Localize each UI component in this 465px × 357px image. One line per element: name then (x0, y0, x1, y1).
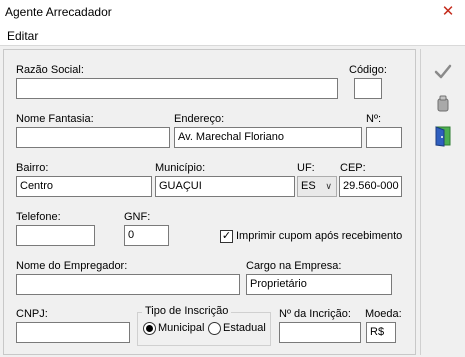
razao-social-label: Razão Social: (16, 64, 84, 76)
cnpj-input[interactable] (16, 322, 130, 343)
radio-selected-dot (146, 325, 153, 332)
nome-empregador-label: Nome do Empregador: (16, 260, 128, 272)
radio-municipal-label: Municipal (158, 322, 205, 334)
endereco-input[interactable]: Av. Marechal Floriano (174, 127, 362, 148)
close-icon[interactable]: ✕ (439, 3, 457, 21)
moeda-input[interactable]: R$ (366, 322, 396, 343)
gnf-label: GNF: (124, 211, 151, 223)
radio-municipal[interactable] (143, 322, 156, 335)
bairro-input[interactable]: Centro (16, 176, 152, 197)
side-toolbar (420, 49, 463, 355)
menu-editar[interactable]: Editar (7, 29, 38, 43)
moeda-label: Moeda: (365, 308, 402, 320)
cnpj-label: CNPJ: (16, 308, 48, 320)
cep-label: CEP: (340, 162, 366, 174)
municipio-input[interactable]: GUAÇUI (155, 176, 295, 197)
title-bar: Agente Arrecadador ✕ (0, 0, 465, 26)
uf-selected-value: ES (301, 180, 316, 192)
numero-inscricao-label: Nº da Incrição: (279, 308, 351, 320)
uf-label: UF: (297, 162, 315, 174)
menu-bar: Editar (0, 26, 465, 46)
nome-empregador-input[interactable] (16, 274, 240, 295)
codigo-label: Código: (349, 64, 387, 76)
uf-select[interactable]: ES ∨ (297, 176, 337, 197)
gnf-input[interactable]: 0 (124, 225, 169, 246)
form-panel: Razão Social: Código: Nome Fantasia: End… (3, 49, 416, 355)
bairro-label: Bairro: (16, 162, 49, 174)
codigo-input[interactable] (354, 78, 382, 99)
telefone-label: Telefone: (16, 211, 61, 223)
radio-estadual[interactable] (208, 322, 221, 335)
tipo-inscricao-label: Tipo de Inscrição (142, 305, 232, 317)
numero-input[interactable] (366, 127, 402, 148)
radio-estadual-label: Estadual (223, 322, 266, 334)
checkmark-icon (434, 64, 452, 79)
telefone-input[interactable] (16, 225, 95, 246)
chevron-down-icon: ∨ (325, 181, 332, 191)
window-title: Agente Arrecadador (5, 5, 112, 19)
cargo-empresa-label: Cargo na Empresa: (246, 260, 342, 272)
cargo-empresa-input[interactable]: Proprietário (246, 274, 392, 295)
endereco-label: Endereço: (174, 113, 225, 125)
imprimir-cupom-checkbox[interactable]: ✓ (220, 230, 233, 243)
nome-fantasia-label: Nome Fantasia: (16, 113, 94, 125)
exit-button[interactable] (432, 125, 454, 147)
form-frame: Razão Social: Código: Nome Fantasia: End… (0, 45, 465, 357)
nome-fantasia-input[interactable] (16, 127, 170, 148)
eraser-icon (437, 95, 449, 112)
municipio-label: Município: (155, 162, 206, 174)
numero-inscricao-input[interactable] (279, 322, 361, 343)
exit-door-icon (435, 126, 451, 147)
imprimir-cupom-label: Imprimir cupom após recebimento (236, 230, 403, 242)
confirm-button[interactable] (432, 61, 454, 83)
cep-input[interactable]: 29.560-000 (339, 176, 402, 197)
clear-button[interactable] (432, 93, 454, 115)
numero-label: Nº: (366, 113, 382, 125)
razao-social-input[interactable] (16, 78, 338, 99)
